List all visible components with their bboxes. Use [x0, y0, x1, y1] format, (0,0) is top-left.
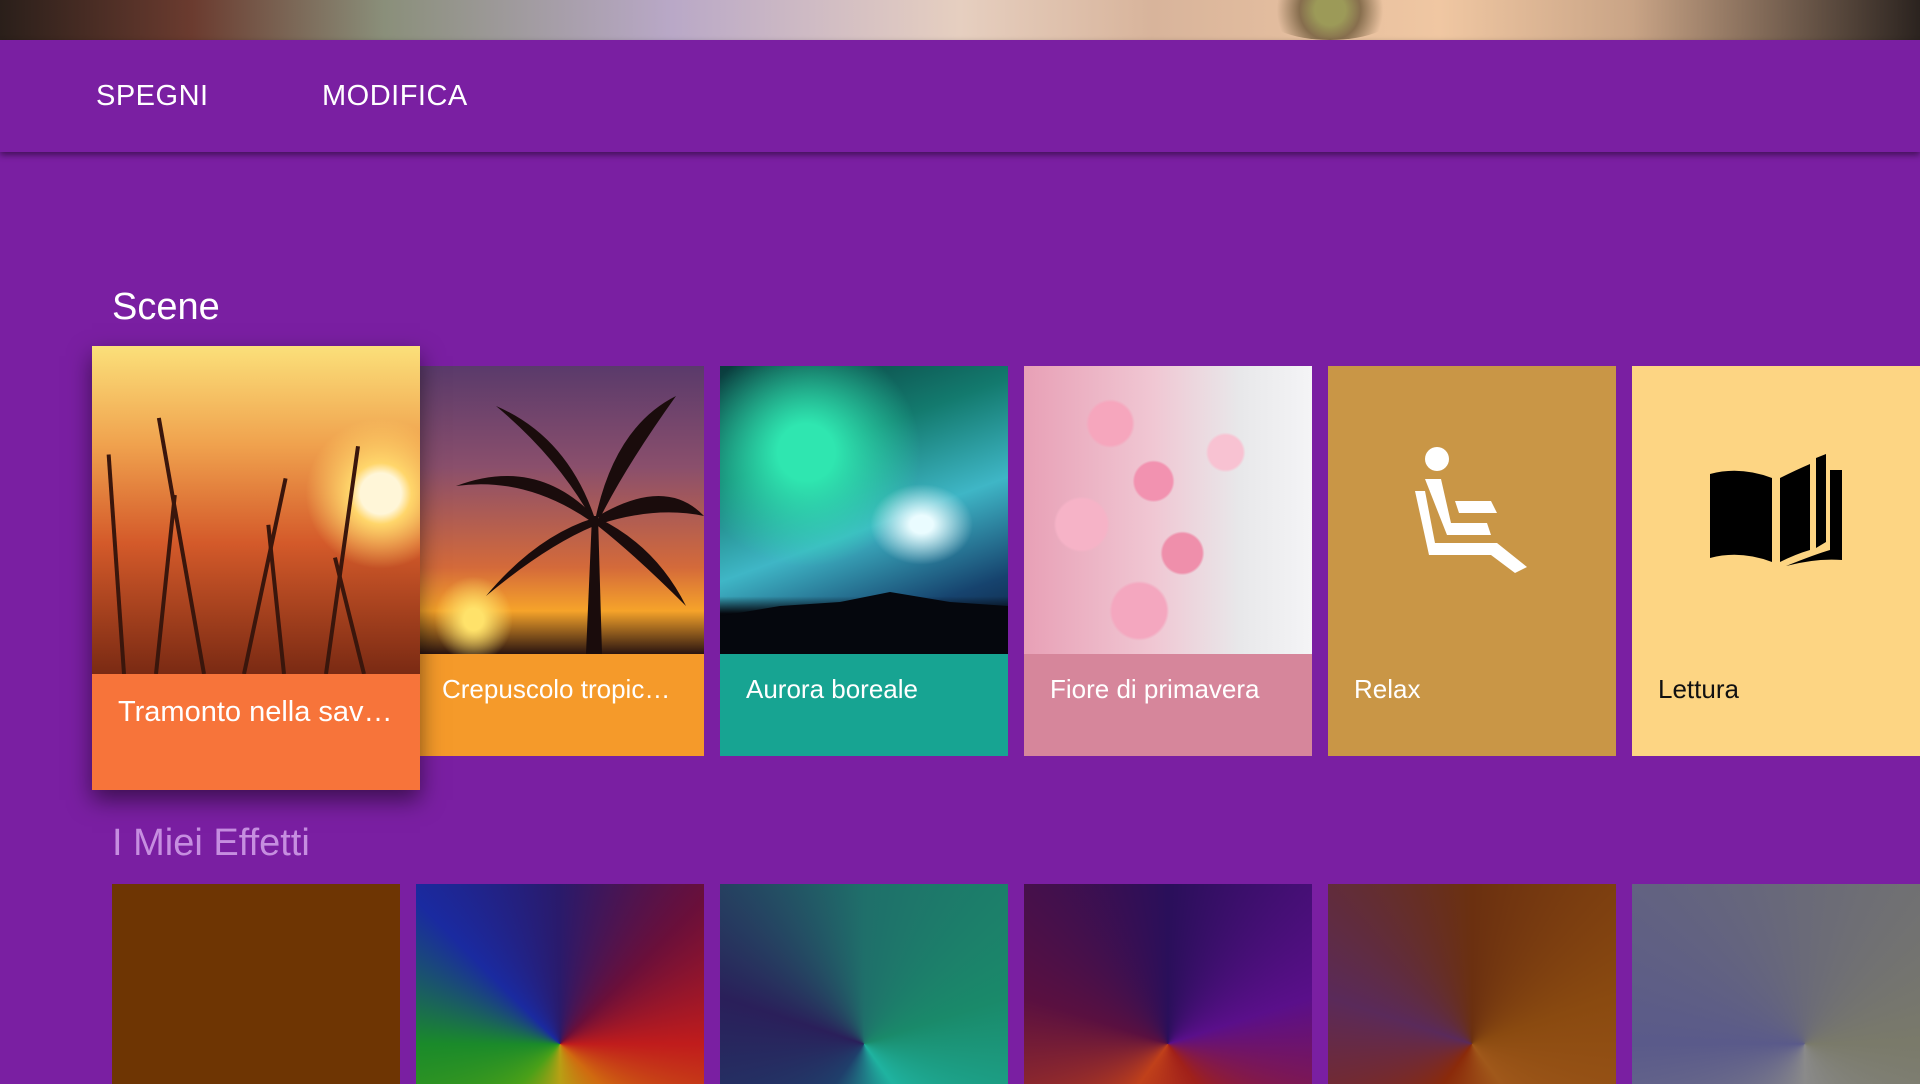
savanna-sunset-image — [92, 346, 420, 675]
scene-label: Aurora boreale — [720, 654, 1008, 756]
scene-card-reading[interactable]: Lettura — [1632, 366, 1920, 756]
scene-card-relax[interactable]: Relax — [1328, 366, 1616, 756]
relax-tile — [1328, 366, 1616, 654]
scene-card-spring-blossom[interactable]: Fiore di primavera — [1024, 366, 1312, 756]
scene-label: Lettura — [1632, 654, 1920, 756]
edit-button[interactable]: MODIFICA — [322, 80, 468, 113]
top-action-bar: SPEGNI MODIFICA — [0, 40, 1920, 152]
tropical-twilight-image — [416, 366, 704, 654]
northern-lights-image — [720, 366, 1008, 654]
effect-tile[interactable] — [1024, 884, 1312, 1084]
effect-tile[interactable] — [1328, 884, 1616, 1084]
effect-tile[interactable] — [720, 884, 1008, 1084]
my-effects-section-title: I Miei Effetti — [112, 822, 310, 864]
turn-off-button[interactable]: SPEGNI — [96, 80, 209, 113]
scene-card-tropical-twilight[interactable]: Crepuscolo tropicale — [416, 366, 704, 756]
cherry-blossom-image — [1024, 366, 1312, 654]
scene-label: Relax — [1328, 654, 1616, 756]
armchair-person-icon — [1415, 447, 1527, 573]
effect-tile[interactable] — [1632, 884, 1920, 1084]
banner-decor — [1260, 0, 1400, 40]
effect-tile[interactable] — [112, 884, 400, 1084]
scene-card-aurora[interactable]: Aurora boreale — [720, 366, 1008, 756]
scene-label: Crepuscolo tropicale — [416, 654, 704, 756]
palm-tree-silhouette — [456, 396, 704, 654]
scenes-section-title: Scene — [112, 286, 220, 328]
scene-label: Tramonto nella savana — [92, 674, 420, 790]
reading-tile — [1632, 366, 1920, 654]
scene-card-savanna-sunset[interactable]: Tramonto nella savana — [92, 346, 420, 790]
effect-tile[interactable] — [416, 884, 704, 1084]
open-book-icon — [1710, 454, 1842, 566]
mountain-silhouette — [720, 592, 1008, 654]
scene-label: Fiore di primavera — [1024, 654, 1312, 756]
scene-preview-banner — [0, 0, 1920, 40]
